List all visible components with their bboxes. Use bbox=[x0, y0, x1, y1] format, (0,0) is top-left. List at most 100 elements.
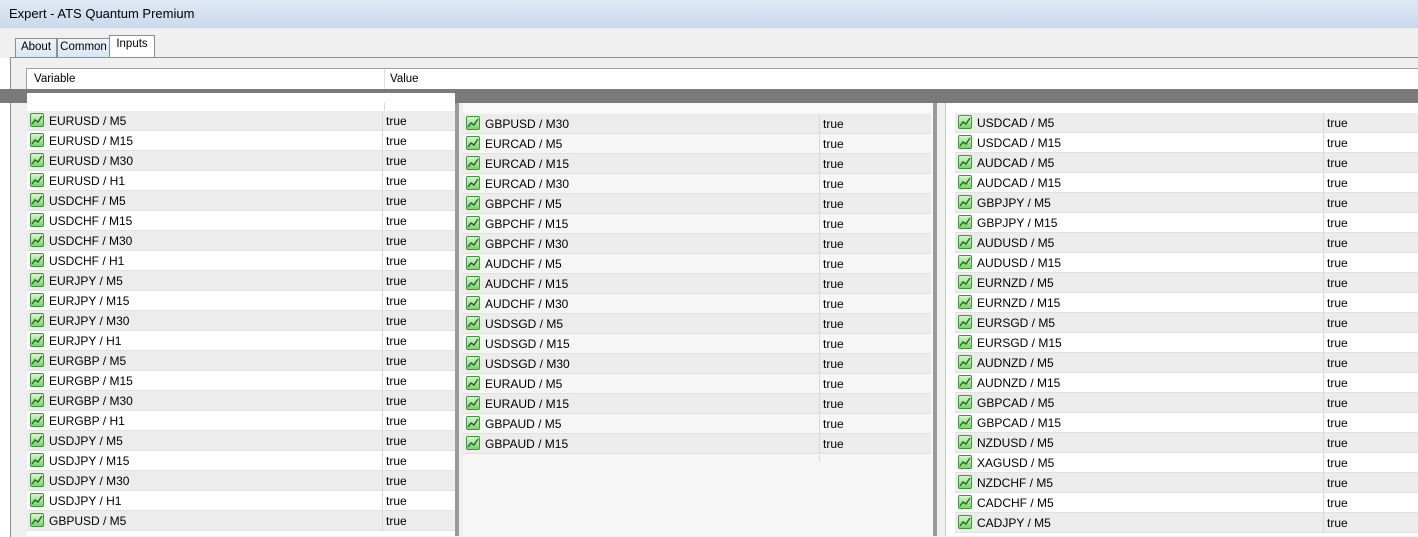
variable-value[interactable]: true bbox=[386, 514, 407, 528]
variable-value[interactable]: true bbox=[1327, 196, 1348, 210]
table-row[interactable]: AUDCAD / M15 true bbox=[955, 173, 1418, 193]
variable-value[interactable]: true bbox=[1327, 356, 1348, 370]
table-row[interactable]: EURGBP / M15 true bbox=[27, 371, 455, 391]
variable-value[interactable]: true bbox=[823, 277, 844, 291]
variable-value[interactable]: true bbox=[823, 257, 844, 271]
table-row[interactable]: USDSGD / M30 true bbox=[463, 354, 931, 374]
table-row[interactable]: NZDCHF / M5 true bbox=[955, 473, 1418, 493]
variable-value[interactable]: true bbox=[1327, 276, 1348, 290]
table-row[interactable]: GBPAUD / M15 true bbox=[463, 434, 931, 454]
variable-value[interactable]: true bbox=[386, 214, 407, 228]
table-row[interactable]: GBPCAD / M15 true bbox=[955, 413, 1418, 433]
variable-value[interactable]: true bbox=[386, 174, 407, 188]
variable-value[interactable]: true bbox=[1327, 456, 1348, 470]
table-row[interactable]: USDCHF / M5 true bbox=[27, 191, 455, 211]
table-row[interactable]: EURAUD / M15 true bbox=[463, 394, 931, 414]
column-header-variable[interactable]: Variable bbox=[34, 73, 75, 85]
table-row[interactable]: AUDCHF / M15 true bbox=[463, 274, 931, 294]
table-row[interactable]: EURUSD / M30 true bbox=[27, 151, 455, 171]
table-row[interactable]: USDSGD / M5 true bbox=[463, 314, 931, 334]
table-row[interactable]: EURJPY / M30 true bbox=[27, 311, 455, 331]
tab-about[interactable]: About bbox=[15, 38, 57, 58]
table-row[interactable]: AUDCHF / M5 true bbox=[463, 254, 931, 274]
table-row[interactable]: EURGBP / M30 true bbox=[27, 391, 455, 411]
variable-value[interactable]: true bbox=[823, 377, 844, 391]
variable-value[interactable]: true bbox=[386, 354, 407, 368]
variable-value[interactable]: true bbox=[823, 317, 844, 331]
variable-value[interactable]: true bbox=[386, 134, 407, 148]
table-row[interactable]: EURUSD / M15 true bbox=[27, 131, 455, 151]
table-row[interactable]: EURNZD / M5 true bbox=[955, 273, 1418, 293]
table-row[interactable]: USDJPY / M5 true bbox=[27, 431, 455, 451]
table-row[interactable]: GBPCHF / M15 true bbox=[463, 214, 931, 234]
table-row[interactable]: EURGBP / M5 true bbox=[27, 351, 455, 371]
table-row[interactable]: USDJPY / M15 true bbox=[27, 451, 455, 471]
variable-value[interactable]: true bbox=[1327, 336, 1348, 350]
table-row[interactable]: EURJPY / H1 true bbox=[27, 331, 455, 351]
variable-value[interactable]: true bbox=[1327, 436, 1348, 450]
variable-value[interactable]: true bbox=[386, 494, 407, 508]
table-row[interactable]: EURSGD / M5 true bbox=[955, 313, 1418, 333]
table-row[interactable]: EURJPY / M5 true bbox=[27, 271, 455, 291]
variable-value[interactable]: true bbox=[823, 157, 844, 171]
variable-value[interactable]: true bbox=[386, 414, 407, 428]
table-row[interactable]: XAGUSD / M5 true bbox=[955, 453, 1418, 473]
variable-value[interactable]: true bbox=[823, 217, 844, 231]
variable-value[interactable]: true bbox=[386, 394, 407, 408]
variable-value[interactable]: true bbox=[1327, 396, 1348, 410]
tab-inputs[interactable]: Inputs bbox=[109, 35, 155, 58]
variable-value[interactable]: true bbox=[1327, 316, 1348, 330]
table-row[interactable]: USDCAD / M5 true bbox=[955, 113, 1418, 133]
variable-value[interactable]: true bbox=[1327, 476, 1348, 490]
variable-value[interactable]: true bbox=[386, 374, 407, 388]
variable-value[interactable]: true bbox=[1327, 116, 1348, 130]
variable-value[interactable]: true bbox=[386, 254, 407, 268]
table-row[interactable]: EURUSD / H1 true bbox=[27, 171, 455, 191]
variable-value[interactable]: true bbox=[823, 197, 844, 211]
table-row[interactable]: NZDUSD / M5 true bbox=[955, 433, 1418, 453]
variable-value[interactable]: true bbox=[823, 337, 844, 351]
table-row[interactable]: EURNZD / M15 true bbox=[955, 293, 1418, 313]
variable-value[interactable]: true bbox=[386, 334, 407, 348]
variable-value[interactable]: true bbox=[823, 437, 844, 451]
variable-value[interactable]: true bbox=[823, 297, 844, 311]
variable-value[interactable]: true bbox=[1327, 176, 1348, 190]
table-row[interactable]: USDJPY / H1 true bbox=[27, 491, 455, 511]
variable-value[interactable]: true bbox=[823, 417, 844, 431]
table-row[interactable]: AUDCHF / M30 true bbox=[463, 294, 931, 314]
table-row[interactable]: AUDCAD / M5 true bbox=[955, 153, 1418, 173]
table-row[interactable]: GBPAUD / M5 true bbox=[463, 414, 931, 434]
variable-value[interactable]: true bbox=[386, 234, 407, 248]
variable-value[interactable]: true bbox=[386, 194, 407, 208]
variable-value[interactable]: true bbox=[386, 474, 407, 488]
variable-value[interactable]: true bbox=[1327, 516, 1348, 530]
table-row[interactable]: GBPCHF / M30 true bbox=[463, 234, 931, 254]
variable-value[interactable]: true bbox=[823, 137, 844, 151]
table-row[interactable]: USDCHF / M15 true bbox=[27, 211, 455, 231]
table-row[interactable]: USDCHF / M30 true bbox=[27, 231, 455, 251]
table-row[interactable]: EURGBP / H1 true bbox=[27, 411, 455, 431]
variable-value[interactable]: true bbox=[386, 294, 407, 308]
variable-value[interactable]: true bbox=[823, 117, 844, 131]
table-row[interactable]: CADJPY / M5 true bbox=[955, 513, 1418, 533]
table-row[interactable]: AUDUSD / M15 true bbox=[955, 253, 1418, 273]
variable-value[interactable]: true bbox=[386, 274, 407, 288]
variable-value[interactable]: true bbox=[386, 454, 407, 468]
table-row[interactable]: AUDNZD / M5 true bbox=[955, 353, 1418, 373]
variable-value[interactable]: true bbox=[1327, 376, 1348, 390]
variable-value[interactable]: true bbox=[1327, 496, 1348, 510]
variable-value[interactable]: true bbox=[1327, 296, 1348, 310]
table-row[interactable]: EURAUD / M5 true bbox=[463, 374, 931, 394]
variable-value[interactable]: true bbox=[823, 237, 844, 251]
variable-value[interactable]: true bbox=[1327, 416, 1348, 430]
table-row[interactable]: AUDNZD / M15 true bbox=[955, 373, 1418, 393]
table-row[interactable]: GBPJPY / M15 true bbox=[955, 213, 1418, 233]
table-row[interactable]: GBPUSD / M5 true bbox=[27, 511, 455, 531]
variable-value[interactable]: true bbox=[1327, 156, 1348, 170]
table-row[interactable]: EURCAD / M15 true bbox=[463, 154, 931, 174]
table-row[interactable]: EURUSD / M5 true bbox=[27, 111, 455, 131]
variable-value[interactable]: true bbox=[1327, 216, 1348, 230]
variable-value[interactable]: true bbox=[386, 154, 407, 168]
table-row[interactable]: USDJPY / M30 true bbox=[27, 471, 455, 491]
table-row[interactable]: USDCHF / H1 true bbox=[27, 251, 455, 271]
